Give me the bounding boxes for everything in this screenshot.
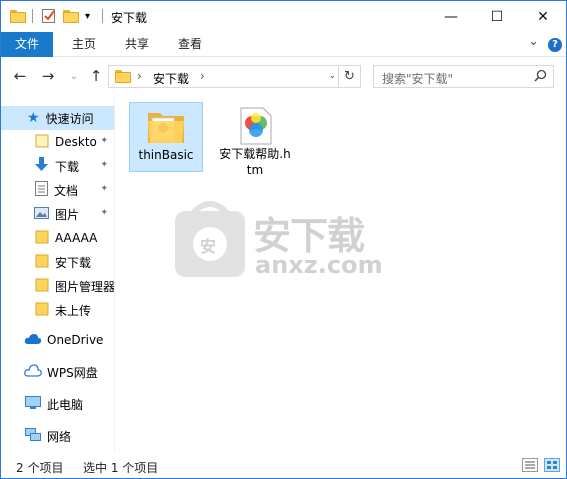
customize-qa-chevron-icon[interactable]: ▾ [85,6,90,26]
watermark-text-en: anxz.com [255,251,383,279]
details-view-button[interactable] [522,458,538,472]
qa-divider [32,9,33,23]
file-item-htm[interactable]: 安下载帮助.htm [218,102,292,178]
sidebar-item-label: 安下载 [55,255,92,270]
large-icons-view-button[interactable] [544,458,560,472]
recent-locations-chevron-icon[interactable]: ⌄ [65,71,83,82]
sidebar-item-label: 未上传 [55,303,92,318]
file-name: thinBasic [138,148,194,162]
sidebar-item-picture-manager[interactable]: 图片管理器 [1,274,114,298]
minimize-button[interactable]: — [428,1,474,32]
back-button[interactable]: ← [11,67,29,85]
sidebar-item-not-uploaded[interactable]: 未上传 [1,298,114,322]
help-icon[interactable]: ? [548,38,562,52]
address-path-chevron-icon[interactable]: › [200,69,205,83]
address-dropdown-icon[interactable]: ⌄ [328,71,336,81]
tab-file[interactable]: 文件 [1,32,53,57]
search-icon[interactable] [534,69,547,86]
item-count: 2 个项目 [16,461,64,475]
ribbon-tabs: 文件 主页 共享 查看 ⌄ ? [1,32,566,57]
sidebar-item-network[interactable]: 网络 [1,424,114,448]
address-bar[interactable]: › 安下载 › ⌄ ↻ [108,65,361,88]
app-folder-icon [10,6,26,26]
folder-icon [146,107,186,147]
sidebar-item-label: Deskto [55,135,97,149]
search-box[interactable]: 搜索"安下载" [373,65,554,88]
sidebar-item-this-pc[interactable]: 此电脑 [1,392,114,416]
address-chevron-icon[interactable]: › [137,69,142,83]
watermark-logo: 安 安下载 anxz.com [175,199,391,282]
navigation-bar: ← → ⌄ ↑ › 安下载 › ⌄ ↻ 搜索"安下载" [1,58,566,96]
explorer-window: ▾ 安下载 — ☐ ✕ 文件 主页 共享 查看 ⌄ ? ← → ⌄ ↑ › 安下… [0,0,567,479]
computer-icon [25,395,41,413]
sidebar-item-label: 网络 [47,429,72,444]
pin-icon[interactable]: ✦ [100,136,108,146]
properties-icon[interactable] [41,6,57,26]
htm-file-icon [235,106,275,146]
sidebar-item-wps[interactable]: WPS网盘 [1,360,114,384]
folder-icon [35,230,49,247]
sidebar-item-label: OneDrive [47,333,104,347]
sidebar-item-quick-access[interactable]: ★ 快速访问 [1,106,114,130]
sidebar-item-label: 文档 [54,183,79,198]
download-icon [34,157,49,175]
sidebar-item-downloads[interactable]: 下载 ✦ [1,154,114,178]
sidebar-item-documents[interactable]: 文档 ✦ [1,178,114,202]
folder-icon [35,254,49,271]
sidebar-item-label: 快速访问 [45,111,94,126]
refresh-button[interactable]: ↻ [338,66,360,87]
file-name: 安下载帮助.htm [219,147,291,177]
sidebar-item-onedrive[interactable]: OneDrive [1,328,114,352]
title-divider [102,9,103,23]
pin-icon[interactable]: ✦ [100,160,108,170]
cloud-icon [24,333,42,348]
selected-count: 选中 1 个项目 [83,461,159,475]
status-bar: 2 个项目 选中 1 个项目 [1,451,566,478]
expand-ribbon-chevron-icon[interactable]: ⌄ [528,34,539,49]
maximize-button[interactable]: ☐ [474,1,520,32]
sidebar-item-desktop[interactable]: Deskto ✦ [1,130,114,154]
pin-icon[interactable]: ✦ [100,184,108,194]
sidebar-item-label: 图片管理器 [55,279,114,294]
navigation-pane: ★ 快速访问 Deskto ✦ 下载 ✦ 文档 ✦ 图片 ✦ AAAAA 安下载… [1,96,114,451]
new-folder-icon[interactable] [63,6,79,26]
watermark-badge: 安 [200,237,217,256]
search-input[interactable]: 搜索"安下载" [382,70,453,87]
sidebar-item-label: 此电脑 [47,397,84,412]
document-icon [35,181,48,199]
tab-home[interactable]: 主页 [62,32,106,57]
network-icon [25,427,41,445]
close-button[interactable]: ✕ [520,1,566,32]
address-path-segment[interactable]: 安下载 [153,70,189,87]
sidebar-item-anxz[interactable]: 安下载 [1,250,114,274]
tab-share[interactable]: 共享 [115,32,159,57]
star-icon: ★ [27,110,40,126]
sidebar-item-label: AAAAA [55,231,98,245]
address-folder-icon [115,70,131,83]
sidebar-item-label: 图片 [55,207,80,222]
sidebar-item-label: 下载 [55,159,80,174]
sidebar-item-pictures[interactable]: 图片 ✦ [1,202,114,226]
tab-view[interactable]: 查看 [168,32,212,57]
sidebar-item-label: WPS网盘 [47,365,98,380]
window-title: 安下载 [111,11,148,25]
up-button[interactable]: ↑ [87,67,105,85]
picture-icon [34,206,49,222]
wps-cloud-icon [24,364,42,380]
folder-blue-icon [35,134,49,151]
pin-icon[interactable]: ✦ [100,208,108,218]
sidebar-item-aaaaa[interactable]: AAAAA [1,226,114,250]
title-bar: ▾ 安下载 — ☐ ✕ [1,1,566,32]
forward-button[interactable]: → [39,67,57,85]
folder-icon [35,278,49,295]
folder-icon [35,302,49,319]
file-item-folder[interactable]: thinBasic [129,102,203,172]
